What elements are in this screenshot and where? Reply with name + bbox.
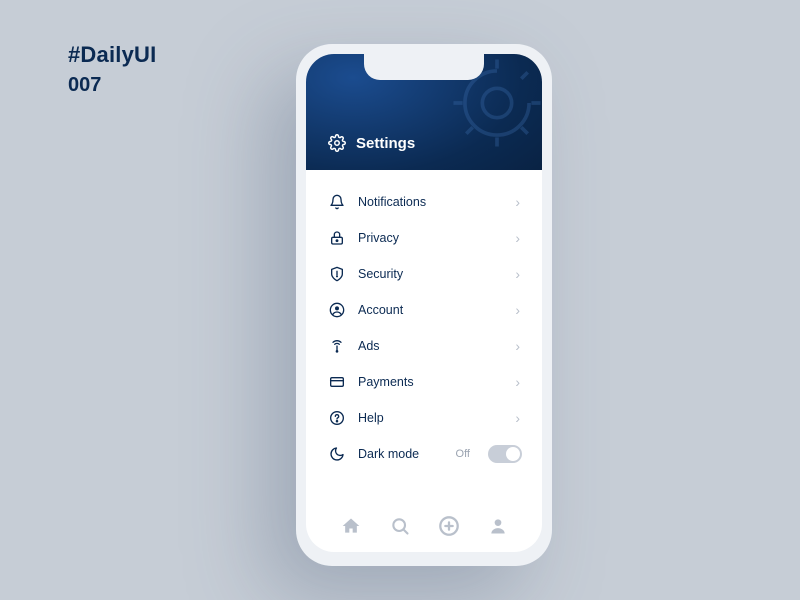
- profile-icon: [488, 516, 508, 536]
- card-icon: [328, 374, 346, 390]
- nav-home-button[interactable]: [337, 512, 365, 540]
- ads-icon: [328, 338, 346, 354]
- settings-item-label: Ads: [358, 339, 503, 353]
- nav-search-button[interactable]: [386, 512, 414, 540]
- chevron-right-icon: ›: [515, 410, 530, 426]
- account-icon: [328, 302, 346, 318]
- settings-item-label: Payments: [358, 375, 503, 389]
- settings-item-help[interactable]: Help ›: [328, 400, 530, 436]
- settings-item-darkmode: Dark mode Off: [328, 436, 530, 472]
- gear-icon: [328, 134, 346, 152]
- settings-item-privacy[interactable]: Privacy ›: [328, 220, 530, 256]
- settings-item-security[interactable]: Security ›: [328, 256, 530, 292]
- settings-item-label: Privacy: [358, 231, 503, 245]
- settings-list: Notifications › Privacy › Security ›: [306, 170, 542, 472]
- search-icon: [390, 516, 410, 536]
- home-icon: [341, 516, 361, 536]
- page-heading: #DailyUI 007: [68, 42, 156, 97]
- phone-mockup: Settings Notifications › Privacy ›: [296, 44, 552, 566]
- settings-item-label: Help: [358, 411, 503, 425]
- settings-item-label: Security: [358, 267, 503, 281]
- settings-item-label: Notifications: [358, 195, 503, 209]
- darkmode-toggle[interactable]: [488, 445, 522, 463]
- chevron-right-icon: ›: [515, 302, 530, 318]
- app-screen: Settings Notifications › Privacy ›: [306, 54, 542, 552]
- settings-item-label: Account: [358, 303, 503, 317]
- bottom-nav: [306, 512, 542, 540]
- chevron-right-icon: ›: [515, 338, 530, 354]
- bell-icon: [328, 194, 346, 210]
- settings-item-payments[interactable]: Payments ›: [328, 364, 530, 400]
- toggle-knob: [506, 447, 520, 461]
- shield-icon: [328, 266, 346, 282]
- lock-icon: [328, 230, 346, 246]
- settings-item-notifications[interactable]: Notifications ›: [328, 184, 530, 220]
- chevron-right-icon: ›: [515, 194, 530, 210]
- nav-profile-button[interactable]: [484, 512, 512, 540]
- chevron-right-icon: ›: [515, 266, 530, 282]
- darkmode-value-label: Off: [456, 448, 470, 460]
- help-icon: [328, 410, 346, 426]
- settings-item-account[interactable]: Account ›: [328, 292, 530, 328]
- settings-item-ads[interactable]: Ads ›: [328, 328, 530, 364]
- chevron-right-icon: ›: [515, 230, 530, 246]
- dailyui-tag: #DailyUI: [68, 42, 156, 68]
- plus-circle-icon: [438, 515, 460, 537]
- phone-notch: [364, 54, 484, 80]
- settings-item-label: Dark mode: [358, 447, 444, 461]
- moon-icon: [328, 446, 346, 462]
- settings-title: Settings: [356, 135, 415, 152]
- dailyui-number: 007: [68, 74, 156, 97]
- chevron-right-icon: ›: [515, 374, 530, 390]
- nav-add-button[interactable]: [435, 512, 463, 540]
